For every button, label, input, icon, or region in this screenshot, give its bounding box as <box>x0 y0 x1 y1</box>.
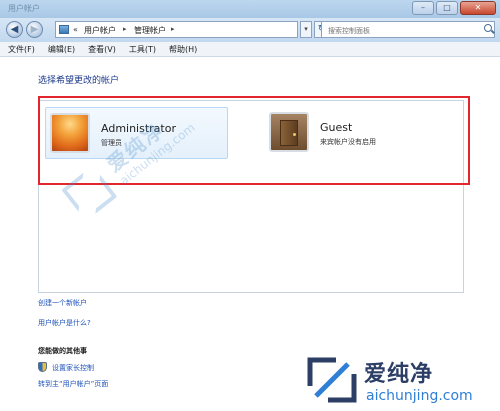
menu-edit[interactable]: 编辑(E) <box>48 44 75 55</box>
watermark-brand-cn: 爱纯净 <box>364 362 434 387</box>
account-name: Guest <box>320 121 353 134</box>
watermark-corner: 爱纯净 aichunjing.com <box>300 352 500 411</box>
search-icon[interactable] <box>484 24 492 32</box>
title-bar: 用户帐户 – □ ✕ <box>0 0 500 18</box>
back-button[interactable]: ◀ <box>6 21 23 38</box>
breadcrumb-separator-icon[interactable]: ▸ <box>171 25 175 33</box>
parental-controls-link[interactable]: 设置家长控制 <box>52 363 94 373</box>
watermark-brand-en: aichunjing.com <box>366 388 473 404</box>
forward-button[interactable]: ▶ <box>26 21 43 38</box>
menu-file[interactable]: 文件(F) <box>8 44 35 55</box>
shield-icon <box>38 362 47 372</box>
window-controls: – □ ✕ <box>412 1 496 15</box>
guest-door-icon <box>269 112 309 152</box>
goto-main-accounts-link[interactable]: 转到主“用户帐户”页面 <box>38 379 108 389</box>
close-button[interactable]: ✕ <box>460 1 496 15</box>
menu-view[interactable]: 查看(V) <box>88 44 116 55</box>
breadcrumb-separator-icon[interactable]: ▸ <box>123 25 127 33</box>
maximize-button[interactable]: □ <box>436 1 458 15</box>
address-bar: ◀ ▶ « 用户帐户 ▸ 管理帐户 ▸ ▾ ↻ <box>0 18 500 42</box>
other-tasks-heading: 您能做的其他事 <box>38 347 87 355</box>
breadcrumb-user-accounts[interactable]: 用户帐户 <box>84 25 116 36</box>
menu-bar: 文件(F) 编辑(E) 查看(V) 工具(T) 帮助(H) <box>0 42 500 57</box>
account-guest[interactable]: Guest 来宾帐户没有启用 <box>265 107 435 159</box>
minimize-button[interactable]: – <box>412 1 434 15</box>
address-field[interactable]: « 用户帐户 ▸ 管理帐户 ▸ <box>55 21 298 38</box>
menu-tools[interactable]: 工具(T) <box>129 44 156 55</box>
door-shape <box>280 120 298 146</box>
create-account-link[interactable]: 创建一个新帐户 <box>38 298 87 308</box>
window-title: 用户帐户 <box>8 4 40 13</box>
address-dropdown-button[interactable]: ▾ <box>300 21 312 38</box>
brand-logo-icon <box>307 357 357 403</box>
page-title: 选择希望更改的帐户 <box>38 76 120 86</box>
breadcrumb-manage-accounts[interactable]: 管理帐户 <box>134 25 166 36</box>
search-input[interactable] <box>321 21 495 38</box>
breadcrumb-overflow-icon[interactable]: « <box>73 25 78 34</box>
control-panel-icon <box>59 25 69 34</box>
what-is-account-link[interactable]: 用户帐户是什么? <box>38 318 91 328</box>
account-role: 来宾帐户没有启用 <box>320 138 376 146</box>
